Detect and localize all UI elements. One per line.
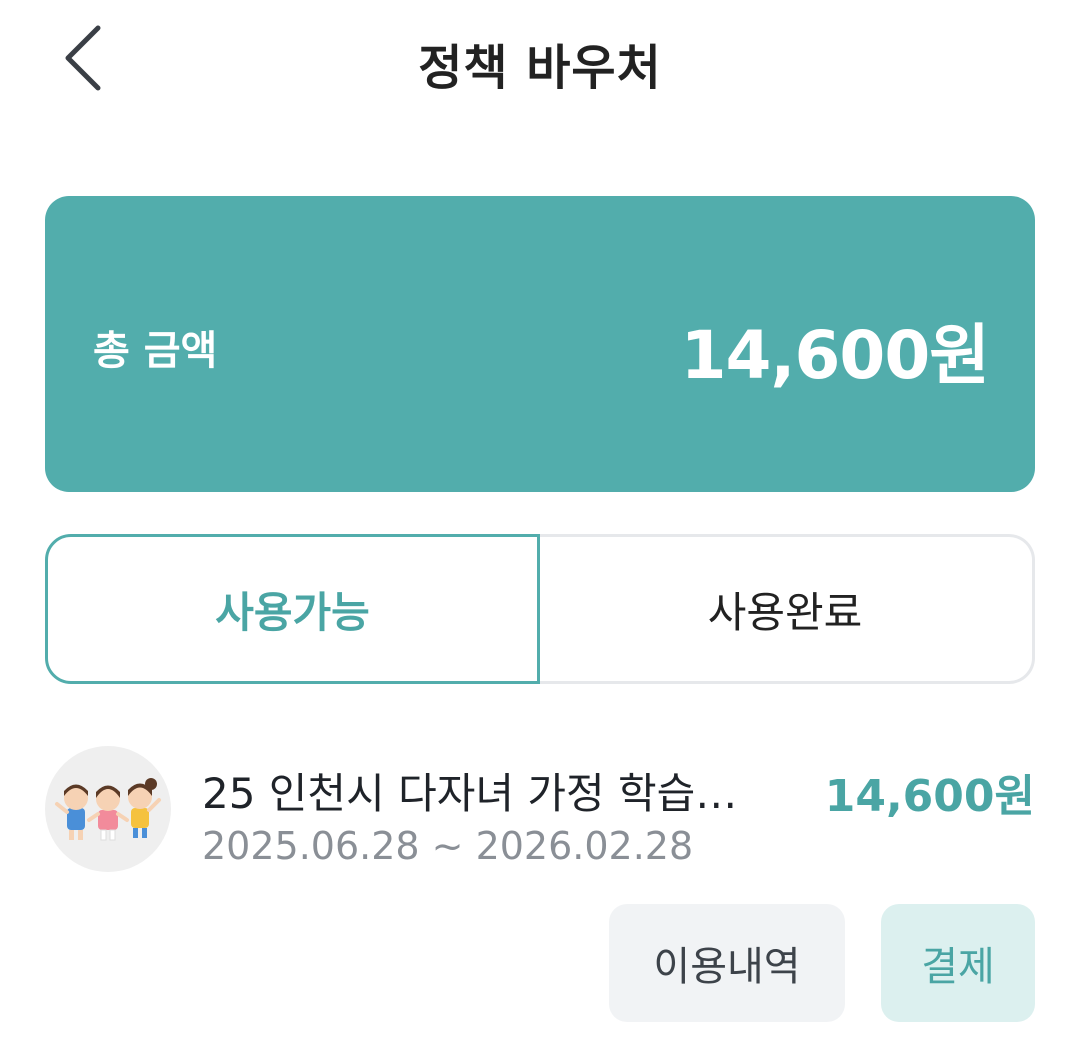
total-amount: 14,600원 [680, 317, 990, 394]
total-amount-card: 총 금액 14,600원 [45, 196, 1035, 492]
header: 정책 바우처 [0, 0, 1080, 120]
page-title: 정책 바우처 [418, 40, 662, 96]
tab-used[interactable]: 사용완료 [538, 534, 1035, 684]
voucher-period: 2025.06.28 ~ 2026.02.28 [202, 824, 694, 868]
voucher-tabs: 사용가능 사용완료 [45, 534, 1035, 684]
total-label: 총 금액 [93, 328, 218, 374]
usage-history-button[interactable]: 이용내역 [609, 904, 845, 1022]
voucher-thumbnail [45, 746, 171, 872]
voucher-title: 25 인천시 다자녀 가정 학습… [202, 769, 738, 818]
voucher-item[interactable]: 25 인천시 다자녀 가정 학습… 2025.06.28 ~ 2026.02.2… [45, 746, 1035, 1036]
voucher-amount: 14,600원 [824, 771, 1035, 822]
pay-button[interactable]: 결제 [881, 904, 1035, 1022]
tab-available[interactable]: 사용가능 [45, 534, 540, 684]
voucher-page: 정책 바우처 총 금액 14,600원 사용가능 사용완료 25 인천시 다자녀… [0, 0, 1080, 1062]
children-illustration-icon [55, 778, 161, 841]
